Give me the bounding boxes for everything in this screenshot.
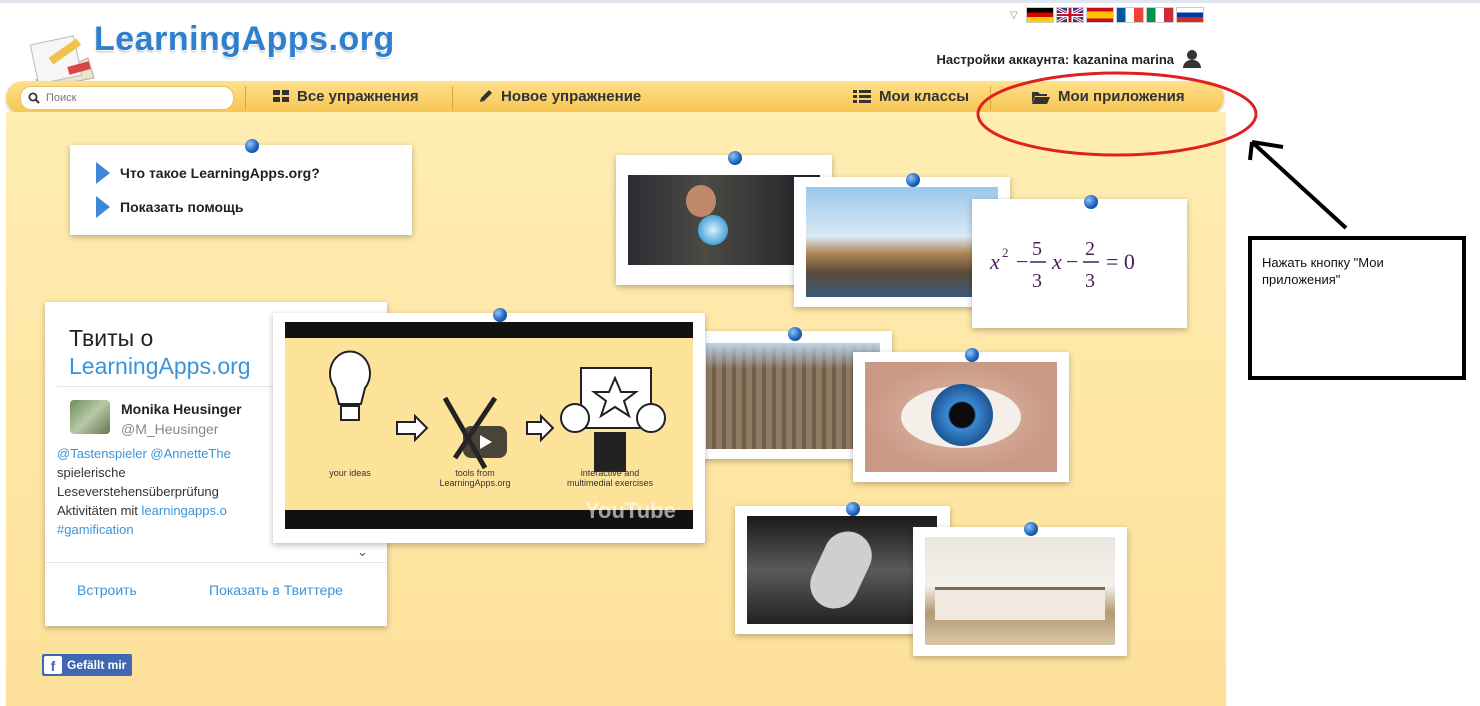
what-is-link[interactable]: Что такое LearningApps.org? [96, 162, 320, 184]
photo-presenter [628, 175, 820, 265]
svg-text:−: − [1066, 249, 1078, 274]
show-help-link[interactable]: Показать помощь [96, 196, 243, 218]
de-flag-icon[interactable] [1025, 7, 1054, 23]
it-flag-icon[interactable] [1145, 7, 1174, 23]
chevron-down-icon[interactable]: ⌄ [357, 544, 368, 560]
logo[interactable]: LearningApps.org [14, 8, 434, 88]
svg-text:x: x [989, 249, 1000, 274]
pin-icon [846, 502, 860, 516]
nav-divider [990, 86, 991, 110]
annotation-text: Нажать кнопку "Мои приложения" [1262, 255, 1384, 287]
view-on-twitter-button[interactable]: Показать в Твиттере [209, 582, 343, 598]
folder-open-icon [1032, 91, 1050, 104]
svg-text:5: 5 [1032, 238, 1042, 260]
top-border [0, 0, 1480, 3]
avatar[interactable] [70, 400, 110, 434]
pin-icon [1024, 522, 1038, 536]
search-box[interactable] [20, 86, 234, 110]
math-equation: x 2 − 5 3 x − 2 3 = 0 [989, 238, 1135, 292]
video-caption-tools: tools from LearningApps.org [439, 468, 511, 488]
svg-text:3: 3 [1032, 270, 1042, 292]
facebook-icon: f [44, 656, 62, 674]
svg-text:2: 2 [1085, 238, 1095, 260]
svg-text:3: 3 [1085, 270, 1095, 292]
photo-card[interactable] [913, 527, 1127, 656]
logo-board-icon [29, 35, 95, 88]
gb-flag-icon[interactable] [1055, 7, 1084, 23]
video-frame: your ideas tools from LearningApps.org i… [285, 338, 693, 523]
facebook-like-label[interactable]: Gefällt mir [67, 658, 126, 672]
pencil-icon [480, 90, 492, 102]
video-caption-ideas: your ideas [329, 468, 371, 478]
tweet-hashtag[interactable]: #gamification [57, 522, 134, 537]
svg-text:2: 2 [1002, 245, 1009, 260]
photo-kitchen [925, 537, 1115, 645]
nav-divider [245, 86, 246, 110]
play-arrow-icon [96, 196, 110, 218]
logo-text: LearningApps.org [94, 20, 395, 58]
user-icon[interactable] [1182, 50, 1202, 68]
pin-icon [906, 173, 920, 187]
nav-divider [452, 86, 453, 110]
tweet-line: Aktivitäten mit [57, 503, 142, 518]
photo-dancers [747, 516, 937, 624]
nav-new-exercise-label[interactable]: Новое упражнение [501, 88, 641, 105]
tweet-line: Leseverstehensüberprüfung [57, 484, 219, 499]
embed-button[interactable]: Встроить [77, 582, 137, 598]
pin-icon [728, 151, 742, 165]
search-icon [28, 92, 40, 104]
photo-card[interactable] [853, 352, 1069, 482]
youtube-watermark[interactable]: YouTube [585, 498, 676, 524]
es-flag-icon[interactable] [1085, 7, 1114, 23]
what-is-label[interactable]: Что такое LearningApps.org? [120, 165, 320, 181]
search-input[interactable] [44, 91, 218, 105]
math-card[interactable]: x 2 − 5 3 x − 2 3 = 0 [972, 199, 1187, 328]
play-arrow-icon [96, 162, 110, 184]
nav-my-classes-label[interactable]: Мои классы [879, 88, 969, 105]
account-settings[interactable]: Настройки аккаунта: kazanina marina [937, 50, 1202, 68]
pin-icon [1084, 195, 1098, 209]
pin-icon [788, 327, 802, 341]
nav-new-exercise[interactable]: Новое упражнение [478, 88, 641, 105]
tweet-mentions[interactable]: @Tastenspieler @AnnetteThe [57, 446, 231, 461]
pin-icon [493, 308, 507, 322]
nav-my-apps[interactable]: Мои приложения [1032, 88, 1185, 105]
pin-icon [245, 139, 259, 153]
ru-flag-icon[interactable] [1175, 7, 1204, 23]
svg-text:−: − [1016, 249, 1028, 274]
twitter-title-prefix: Твиты о [69, 325, 154, 351]
annotation-arrow-icon [1248, 140, 1348, 230]
show-help-label[interactable]: Показать помощь [120, 199, 243, 215]
nav-all-exercises[interactable]: Все упражнения [273, 88, 419, 105]
play-button[interactable] [463, 426, 507, 458]
twitter-title: Твиты о LearningApps.org [69, 324, 251, 380]
tweet-author-handle[interactable]: @M_Heusinger [121, 421, 218, 437]
tweet-link[interactable]: learningapps.o [142, 503, 227, 518]
language-selector[interactable]: ▽ [1010, 6, 1204, 24]
nav-my-classes[interactable]: Мои классы [853, 88, 969, 105]
list-icon [853, 90, 871, 103]
account-label[interactable]: Настройки аккаунта: kazanina marina [937, 52, 1174, 67]
photo-eye [865, 362, 1057, 472]
svg-text:= 0: = 0 [1106, 249, 1135, 274]
twitter-footer-divider [46, 562, 386, 563]
fr-flag-icon[interactable] [1115, 7, 1144, 23]
video-player[interactable]: your ideas tools from LearningApps.org i… [285, 322, 693, 529]
nav-all-exercises-label[interactable]: Все упражнения [297, 88, 419, 105]
tweet-author-name[interactable]: Monika Heusinger [121, 401, 242, 417]
help-card: Что такое LearningApps.org? Показать пом… [70, 145, 412, 235]
twitter-title-link[interactable]: LearningApps.org [69, 353, 251, 379]
tweet-text: @Tastenspieler @AnnetteThe spielerische … [57, 444, 279, 539]
facebook-like-button[interactable]: f Gefällt mir [42, 654, 133, 676]
photo-city [806, 187, 998, 297]
grid-icon [273, 90, 289, 102]
dropdown-arrow-icon[interactable]: ▽ [1010, 10, 1018, 21]
annotation-note: Нажать кнопку "Мои приложения" [1248, 236, 1466, 380]
nav-my-apps-label[interactable]: Мои приложения [1058, 88, 1185, 105]
video-caption-interactive: interactive and multimedial exercises [566, 468, 654, 488]
svg-text:x: x [1051, 249, 1062, 274]
pin-icon [965, 348, 979, 362]
tweet-line: spielerische [57, 465, 126, 480]
